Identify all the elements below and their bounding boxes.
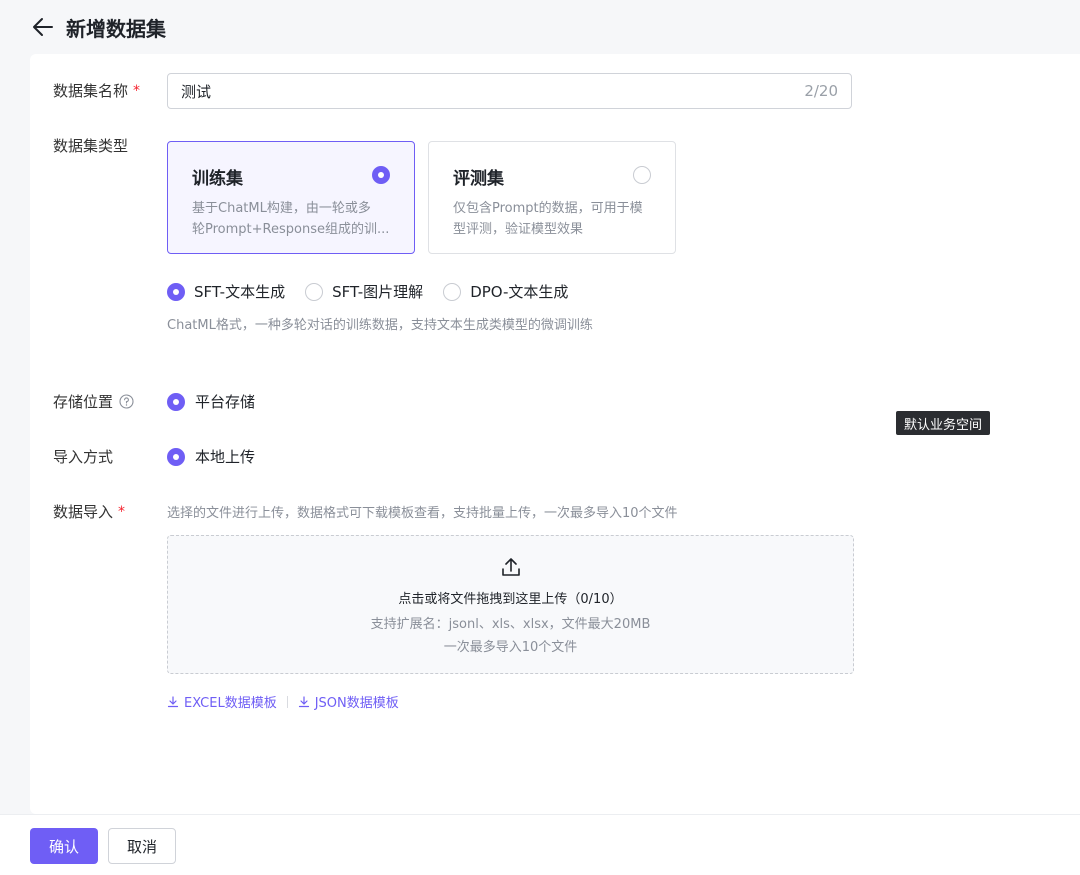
storage-label: 存储位置 xyxy=(53,391,134,412)
dataset-name-field[interactable]: 2/20 xyxy=(167,73,852,109)
page-header: 新增数据集 xyxy=(0,0,1080,54)
subtype-sft-image[interactable]: SFT-图片理解 xyxy=(305,281,423,302)
type-card-desc: 仅包含Prompt的数据，可用于模 型评测，验证模型效果 xyxy=(453,198,651,240)
question-circle-icon[interactable] xyxy=(119,394,134,409)
subtype-sft-text[interactable]: SFT-文本生成 xyxy=(167,281,285,302)
subtype-dpo-text[interactable]: DPO-文本生成 xyxy=(443,281,568,302)
type-training-radio[interactable] xyxy=(372,166,390,184)
data-import-label: 数据导入 * xyxy=(53,501,125,522)
import-option-local[interactable]: 本地上传 xyxy=(167,446,255,467)
storage-label-text: 存储位置 xyxy=(53,393,114,411)
radio-button[interactable] xyxy=(167,282,185,301)
type-card-desc-line: 基于ChatML构建，由一轮或多 xyxy=(192,201,371,216)
upload-extensions-text: 支持扩展名：jsonl、xls、xlsx，文件最大20MB xyxy=(370,617,651,632)
divider xyxy=(286,695,288,708)
json-template-label: JSON数据模板 xyxy=(314,696,399,711)
radio-button[interactable] xyxy=(443,282,462,301)
type-card-desc-line: 型评测，验证模型效果 xyxy=(453,222,584,237)
required-mark: * xyxy=(118,503,126,520)
data-import-hint: 选择的文件进行上传，数据格式可下载模板查看，支持批量上传，一次最多导入10个文件 xyxy=(167,506,678,521)
import-option-label: 本地上传 xyxy=(195,448,256,466)
storage-option-platform[interactable]: 平台存储 xyxy=(167,391,255,412)
subtype-hint: ChatML格式，一种多轮对话的训练数据，支持文本生成类模型的微调训练 xyxy=(167,318,593,333)
import-method-label: 导入方式 xyxy=(53,448,114,466)
subtype-label: SFT-图片理解 xyxy=(332,283,424,301)
storage-tooltip: 默认业务空间 xyxy=(896,411,991,435)
dataset-name-label-text: 数据集名称 xyxy=(53,82,129,100)
upload-main-text: 点击或将文件拖拽到这里上传（0/10） xyxy=(398,592,623,607)
arrow-left-icon[interactable] xyxy=(32,16,54,38)
subtype-radio-group: SFT-文本生成 SFT-图片理解 DPO-文本生成 xyxy=(167,281,588,302)
download-icon xyxy=(167,695,179,708)
footer-bar: 确认 取消 xyxy=(0,814,1080,875)
radio-button[interactable] xyxy=(167,392,185,411)
type-evaluation-radio[interactable] xyxy=(633,166,651,184)
back-button[interactable] xyxy=(30,14,56,40)
excel-template-link[interactable]: EXCEL数据模板 xyxy=(167,692,277,711)
template-links: EXCEL数据模板 JSON数据模板 xyxy=(167,692,399,711)
excel-template-label: EXCEL数据模板 xyxy=(184,696,277,711)
storage-option-label: 平台存储 xyxy=(195,393,256,411)
subtype-label: SFT-文本生成 xyxy=(194,283,286,301)
type-card-title: 评测集 xyxy=(453,169,504,189)
char-counter: 2/20 xyxy=(804,82,838,100)
subtype-label: DPO-文本生成 xyxy=(470,283,569,301)
dataset-name-label: 数据集名称 * xyxy=(53,80,140,101)
upload-icon xyxy=(500,556,522,582)
data-import-label-text: 数据导入 xyxy=(53,503,114,521)
page-title: 新增数据集 xyxy=(66,16,166,41)
confirm-button[interactable]: 确认 xyxy=(30,828,98,864)
radio-button[interactable] xyxy=(305,282,324,301)
dataset-name-input[interactable] xyxy=(181,82,805,100)
radio-button[interactable] xyxy=(167,447,185,466)
required-mark: * xyxy=(133,82,141,99)
type-card-desc: 基于ChatML构建，由一轮或多 轮Prompt+Response组成的训... xyxy=(192,198,390,240)
type-card-desc-line: 轮Prompt+Response组成的训... xyxy=(192,222,390,237)
cancel-button[interactable]: 取消 xyxy=(108,828,176,864)
type-card-title: 训练集 xyxy=(192,169,243,189)
type-card-desc-line: 仅包含Prompt的数据，可用于模 xyxy=(453,201,643,216)
type-card-training[interactable]: 训练集 基于ChatML构建，由一轮或多 轮Prompt+Response组成的… xyxy=(167,141,415,254)
type-card-evaluation[interactable]: 评测集 仅包含Prompt的数据，可用于模 型评测，验证模型效果 xyxy=(428,141,676,254)
upload-dropzone[interactable]: 点击或将文件拖拽到这里上传（0/10） 支持扩展名：jsonl、xls、xlsx… xyxy=(167,535,854,674)
dataset-type-label: 数据集类型 xyxy=(53,137,129,155)
upload-limit-text: 一次最多导入10个文件 xyxy=(443,640,578,655)
json-template-link[interactable]: JSON数据模板 xyxy=(298,692,399,711)
download-icon xyxy=(298,695,310,708)
